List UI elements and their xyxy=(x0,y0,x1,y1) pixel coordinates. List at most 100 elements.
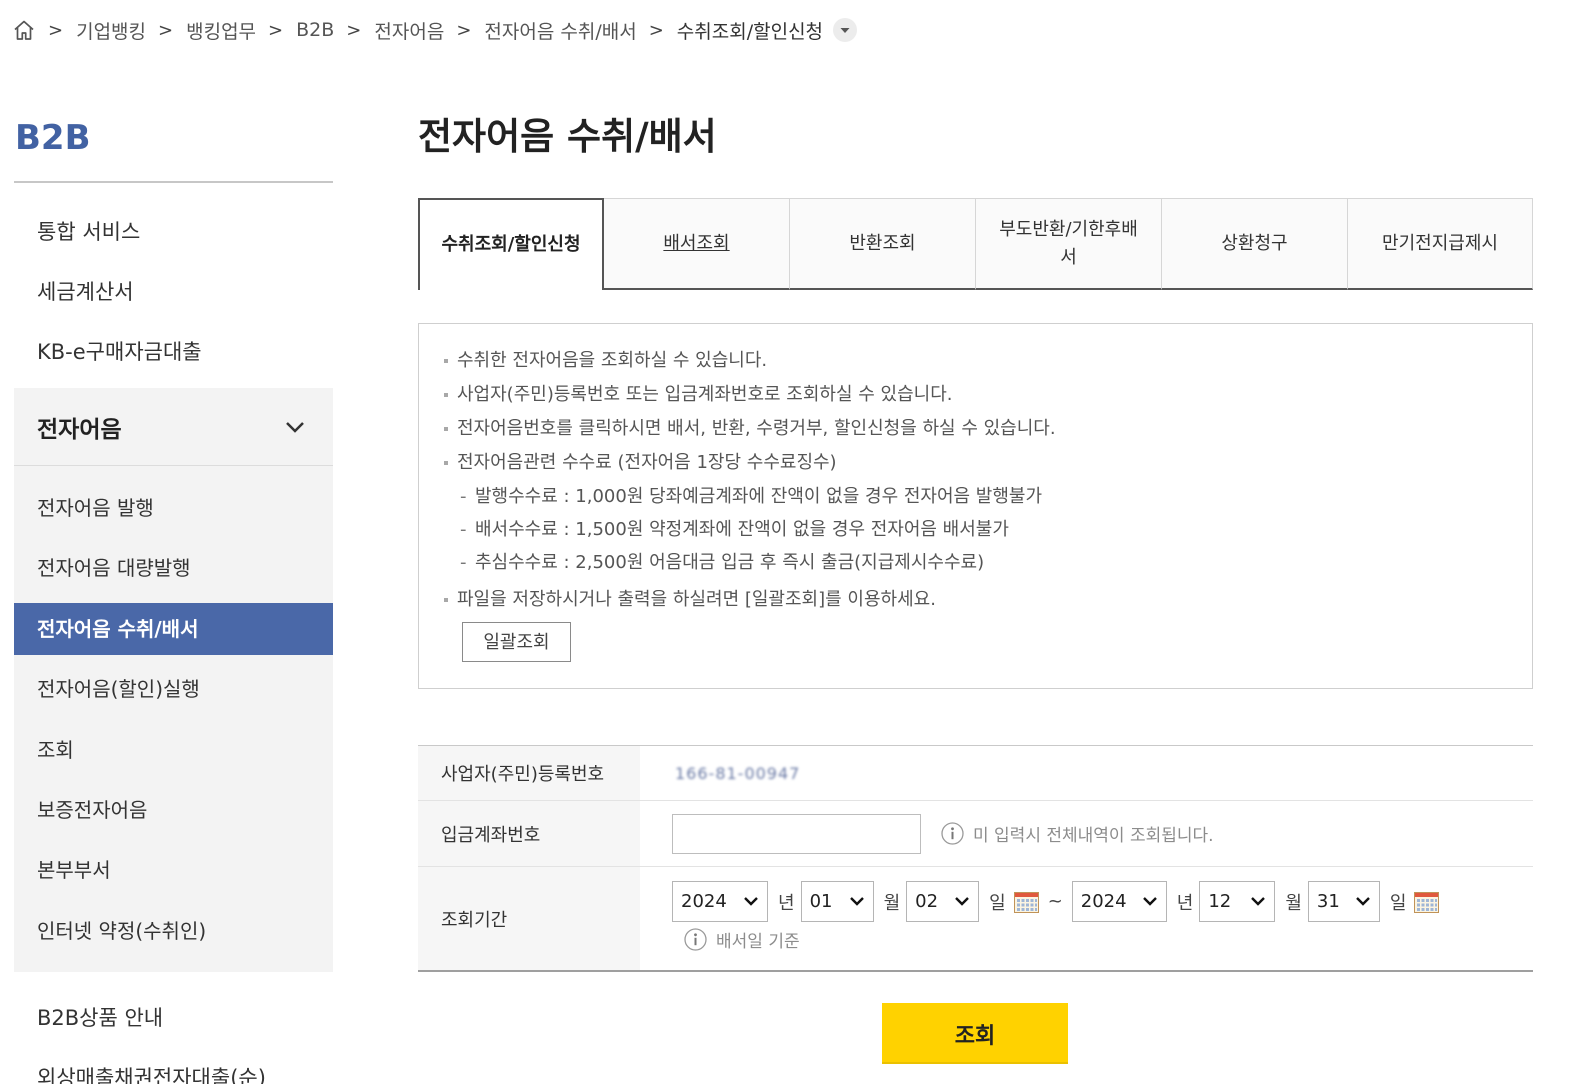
sidebar-section-e-bill: 전자어음 전자어음 발행 전자어음 대량발행 전자어음 수취/배서 전자어음(할… xyxy=(14,388,333,972)
year-unit-label: 년 xyxy=(778,892,795,914)
notice-fee-item: - 추심수수료 : 2,500원 어음대금 입금 후 즉시 출금(지급제시수수료… xyxy=(444,546,1532,579)
sidebar-item-inquiry[interactable]: 조회 xyxy=(14,724,333,776)
period-cell: 2024 년 01 월 02 일 ~ 2024 년 12 월 31 일 배서일 … xyxy=(640,867,1533,970)
to-day-select[interactable]: 31 xyxy=(1307,881,1380,922)
notice-fee-text: 발행수수료 : 1,000원 당좌예금계좌에 잔액이 없을 경우 전자어음 발행… xyxy=(475,486,1043,507)
sidebar-section-label: 전자어음 xyxy=(37,416,122,443)
period-hint: 배서일 기준 xyxy=(684,927,800,952)
calendar-icon[interactable] xyxy=(1013,891,1039,913)
sidebar-item-b2b-product-guide[interactable]: B2B상품 안내 xyxy=(14,988,333,1048)
chevron-down-icon[interactable] xyxy=(833,18,858,42)
notice-fee-text: 배서수수료 : 1,500원 약정계좌에 잔액이 없을 경우 전자어음 배서불가 xyxy=(475,519,1009,540)
account-number-input[interactable] xyxy=(672,813,921,854)
to-month-value: 12 xyxy=(1208,891,1232,912)
account-number-label: 입금계좌번호 xyxy=(418,801,640,866)
batch-inquiry-button[interactable]: 일괄조회 xyxy=(462,622,571,662)
from-month-value: 01 xyxy=(809,891,833,912)
tab-endorsement-inquiry[interactable]: 배서조회 xyxy=(604,198,790,290)
sidebar-item-guaranteed-e-bill[interactable]: 보증전자어음 xyxy=(14,784,333,836)
sidebar-item-kb-e-purchase-loan[interactable]: KB-e구매자금대출 xyxy=(14,322,333,382)
notice-item: 사업자(주민)등록번호 또는 입금계좌번호로 조회하실 수 있습니다. xyxy=(444,378,1532,412)
page-title: 전자어음 수취/배서 xyxy=(418,115,717,158)
notice-sub-marker: - xyxy=(460,519,467,540)
breadcrumb-separator: > xyxy=(456,19,472,41)
chevron-down-icon xyxy=(285,421,305,433)
notice-fee-item: - 배서수수료 : 1,500원 약정계좌에 잔액이 없을 경우 전자어음 배서… xyxy=(444,513,1532,546)
tab-label: 상환청구 xyxy=(1221,232,1288,254)
notice-box: 수취한 전자어음을 조회하실 수 있습니다. 사업자(주민)등록번호 또는 입금… xyxy=(418,323,1533,689)
account-hint-text: 미 입력시 전체내역이 조회됩니다. xyxy=(973,826,1214,846)
month-unit-label: 월 xyxy=(1285,892,1302,914)
to-year-value: 2024 xyxy=(1080,891,1127,912)
from-day-value: 02 xyxy=(915,891,939,912)
tab-label: 반환조회 xyxy=(849,232,916,254)
account-number-cell: 미 입력시 전체내역이 조회됩니다. xyxy=(640,801,1533,866)
chevron-down-icon xyxy=(1142,897,1157,906)
sidebar-item-internet-agreement-payee[interactable]: 인터넷 약정(수취인) xyxy=(14,905,333,957)
chevron-down-icon xyxy=(1356,897,1370,906)
notice-item: 전자어음관련 수수료 (전자어음 1장당 수수료징수) xyxy=(444,446,1532,480)
from-month-select[interactable]: 01 xyxy=(800,881,874,922)
tab-recourse-claim[interactable]: 상환청구 xyxy=(1162,198,1348,290)
from-year-select[interactable]: 2024 xyxy=(672,881,768,922)
breadcrumb-item-current: 수취조회/할인신청 xyxy=(676,20,824,43)
calendar-icon[interactable] xyxy=(1414,891,1440,913)
sidebar-item-headquarters-dept[interactable]: 본부부서 xyxy=(14,844,333,896)
month-unit-label: 월 xyxy=(883,892,901,914)
sidebar: B2B 통합 서비스 세금계산서 KB-e구매자금대출 전자어음 전자어음 발행… xyxy=(14,0,333,1084)
from-year-value: 2024 xyxy=(681,891,727,912)
chevron-down-icon xyxy=(1251,897,1266,906)
sidebar-divider xyxy=(14,181,333,183)
from-day-select[interactable]: 02 xyxy=(906,881,980,922)
tab-label: 만기전지급제시 xyxy=(1382,232,1498,254)
sidebar-item-integrated-service[interactable]: 통합 서비스 xyxy=(14,202,333,262)
business-number-cell: 166-81-00947 xyxy=(640,746,1533,800)
notice-fee-text: 추심수수료 : 2,500원 어음대금 입금 후 즉시 출금(지급제시수수료) xyxy=(475,552,985,573)
sidebar-item-e-bill-receipt-endorsement[interactable]: 전자어음 수취/배서 xyxy=(14,602,333,655)
tab-label: 부도반환/기한후배서 xyxy=(999,218,1138,268)
form-row-business-number: 사업자(주민)등록번호 166-81-00947 xyxy=(418,746,1533,800)
breadcrumb-item-e-bill[interactable]: 전자어음 xyxy=(374,17,444,44)
tab-dishonor-return-late-endorsement[interactable]: 부도반환/기한후배서 xyxy=(976,198,1162,290)
business-number-value: 166-81-00947 xyxy=(675,763,801,783)
form-row-period: 조회기간 2024 년 01 월 02 일 ~ 2024 년 12 월 31 일… xyxy=(418,866,1533,970)
info-icon xyxy=(684,927,707,951)
notice-item: 파일을 저장하시거나 출력을 하실려면 [일괄조회]를 이용하세요. xyxy=(444,583,1532,617)
business-number-label: 사업자(주민)등록번호 xyxy=(418,746,640,800)
tab-return-inquiry[interactable]: 반환조회 xyxy=(790,198,976,290)
range-separator: ~ xyxy=(1047,891,1063,912)
search-button[interactable]: 조회 xyxy=(882,1003,1068,1064)
sidebar-item-e-bill-bulk-issue[interactable]: 전자어음 대량발행 xyxy=(14,542,333,594)
tab-early-payment-presentation[interactable]: 만기전지급제시 xyxy=(1348,198,1533,290)
notice-fee-item: - 발행수수료 : 1,000원 당좌예금계좌에 잔액이 없을 경우 전자어음 … xyxy=(444,480,1532,513)
tab-bar: 수취조회/할인신청 배서조회 반환조회 부도반환/기한후배서 상환청구 만기전지… xyxy=(418,198,1533,290)
sidebar-section-header[interactable]: 전자어음 xyxy=(14,388,333,466)
to-day-value: 31 xyxy=(1316,891,1340,912)
sidebar-menu: 통합 서비스 세금계산서 KB-e구매자금대출 xyxy=(14,202,333,382)
account-hint: 미 입력시 전체내역이 조회됩니다. xyxy=(941,821,1214,846)
form-row-account: 입금계좌번호 미 입력시 전체내역이 조회됩니다. xyxy=(418,800,1533,866)
chevron-down-icon xyxy=(744,897,758,906)
sidebar-item-e-bill-discount-execution[interactable]: 전자어음(할인)실행 xyxy=(14,663,333,715)
sidebar-item-e-bill-issue[interactable]: 전자어음 발행 xyxy=(14,482,333,534)
sidebar-menu-bottom: B2B상품 안내 외상매출채권전자대출(순) xyxy=(14,988,333,1084)
day-unit-label: 일 xyxy=(1389,892,1407,914)
notice-item: 수취한 전자어음을 조회하실 수 있습니다. xyxy=(444,344,1532,378)
chevron-down-icon xyxy=(849,897,864,906)
period-label: 조회기간 xyxy=(418,867,640,970)
search-form: 사업자(주민)등록번호 166-81-00947 입금계좌번호 미 입력시 전체… xyxy=(418,745,1533,972)
sidebar-title: B2B xyxy=(15,118,91,158)
chevron-down-icon xyxy=(955,897,969,906)
breadcrumb-separator: > xyxy=(648,19,664,41)
sidebar-item-tax-invoice[interactable]: 세금계산서 xyxy=(14,262,333,322)
notice-item: 전자어음번호를 클릭하시면 배서, 반환, 수령거부, 할인신청을 하실 수 있… xyxy=(444,412,1532,446)
to-month-select[interactable]: 12 xyxy=(1199,881,1276,922)
tab-receipt-inquiry-discount[interactable]: 수취조회/할인신청 xyxy=(418,198,604,290)
day-unit-label: 일 xyxy=(989,892,1006,914)
sidebar-item-receivables-loan[interactable]: 외상매출채권전자대출(순) xyxy=(14,1048,333,1084)
breadcrumb-item-e-bill-receipt-endorsement[interactable]: 전자어음 수취/배서 xyxy=(484,17,636,44)
to-year-select[interactable]: 2024 xyxy=(1071,881,1167,922)
notice-sub-marker: - xyxy=(460,486,467,507)
tab-label: 수취조회/할인신청 xyxy=(441,234,581,255)
notice-sub-marker: - xyxy=(460,552,467,573)
